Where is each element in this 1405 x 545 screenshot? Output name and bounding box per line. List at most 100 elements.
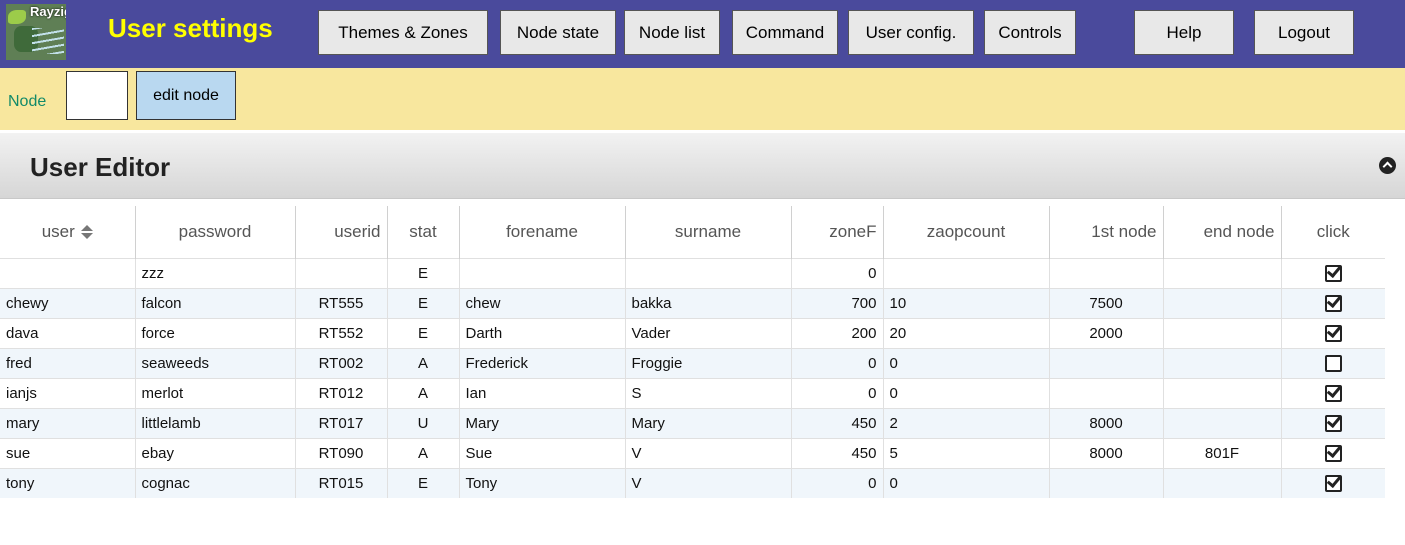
column-header-zaopcount[interactable]: zaopcount xyxy=(882,206,1049,258)
cell-first-node[interactable]: 8000 xyxy=(1048,438,1163,468)
cell-password[interactable]: merlot xyxy=(134,378,295,408)
nav-themes-zones-button[interactable]: Themes & Zones xyxy=(318,10,488,55)
column-header-surname[interactable]: surname xyxy=(624,206,791,258)
table-row[interactable]: mary littlelamb RT017 U Mary Mary 450 2 8000 xyxy=(0,408,1385,438)
cell-first-node[interactable]: 8000 xyxy=(1048,408,1163,438)
cell-stat[interactable]: A xyxy=(386,348,459,378)
cell-stat[interactable]: E xyxy=(386,468,459,498)
cell-userid[interactable]: RT017 xyxy=(294,408,387,438)
cell-password[interactable]: ebay xyxy=(134,438,295,468)
cell-end-node[interactable] xyxy=(1162,408,1281,438)
cell-end-node[interactable]: 801F xyxy=(1162,438,1281,468)
cell-userid[interactable]: RT015 xyxy=(294,468,387,498)
cell-forename[interactable]: Sue xyxy=(458,438,625,468)
cell-userid[interactable]: RT555 xyxy=(294,288,387,318)
cell-forename[interactable] xyxy=(458,258,625,288)
cell-surname[interactable] xyxy=(624,258,791,288)
cell-zoneF[interactable]: 700 xyxy=(790,288,883,318)
cell-zoneF[interactable]: 0 xyxy=(790,378,883,408)
cell-userid[interactable]: RT090 xyxy=(294,438,387,468)
cell-surname[interactable]: V xyxy=(624,468,791,498)
column-header-user[interactable]: user xyxy=(0,206,135,258)
cell-user[interactable]: sue xyxy=(0,438,135,468)
cell-userid[interactable] xyxy=(294,258,387,288)
cell-zaopcount[interactable] xyxy=(882,258,1049,288)
column-header-1st-node[interactable]: 1st node xyxy=(1048,206,1163,258)
cell-forename[interactable]: chew xyxy=(458,288,625,318)
table-row[interactable]: tony cognac RT015 E Tony V 0 0 xyxy=(0,468,1385,498)
column-header-stat[interactable]: stat xyxy=(386,206,459,258)
checkbox-checked-icon[interactable] xyxy=(1324,264,1342,282)
cell-surname[interactable]: Vader xyxy=(624,318,791,348)
cell-zaopcount[interactable]: 2 xyxy=(882,408,1049,438)
table-row[interactable]: sue ebay RT090 A Sue V 450 5 8000 801F xyxy=(0,438,1385,468)
nav-node-state-button[interactable]: Node state xyxy=(500,10,616,55)
cell-zaopcount[interactable]: 10 xyxy=(882,288,1049,318)
cell-first-node[interactable] xyxy=(1048,468,1163,498)
cell-userid[interactable]: RT012 xyxy=(294,378,387,408)
checkbox-empty-icon[interactable] xyxy=(1324,354,1342,372)
cell-end-node[interactable] xyxy=(1162,378,1281,408)
cell-end-node[interactable] xyxy=(1162,258,1281,288)
cell-password[interactable]: force xyxy=(134,318,295,348)
cell-user[interactable]: chewy xyxy=(0,288,135,318)
cell-password[interactable]: cognac xyxy=(134,468,295,498)
cell-zaopcount[interactable]: 0 xyxy=(882,378,1049,408)
cell-userid[interactable]: RT552 xyxy=(294,318,387,348)
column-header-password[interactable]: password xyxy=(134,206,295,258)
cell-forename[interactable]: Ian xyxy=(458,378,625,408)
table-row[interactable]: zzz E 0 xyxy=(0,258,1385,288)
edit-node-button[interactable]: edit node xyxy=(136,71,236,120)
cell-surname[interactable]: Mary xyxy=(624,408,791,438)
nav-command-button[interactable]: Command xyxy=(732,10,838,55)
cell-zaopcount[interactable]: 0 xyxy=(882,348,1049,378)
checkbox-checked-icon[interactable] xyxy=(1324,324,1342,342)
collapse-chevron-icon[interactable] xyxy=(1379,157,1396,174)
cell-end-node[interactable] xyxy=(1162,318,1281,348)
cell-password[interactable]: seaweeds xyxy=(134,348,295,378)
help-button[interactable]: Help xyxy=(1134,10,1234,55)
nav-controls-button[interactable]: Controls xyxy=(984,10,1076,55)
cell-first-node[interactable]: 7500 xyxy=(1048,288,1163,318)
table-row[interactable]: chewy falcon RT555 Echew bakka 700 10 7500 xyxy=(0,288,1385,318)
column-header-end-node[interactable]: end node xyxy=(1162,206,1281,258)
cell-surname[interactable]: V xyxy=(624,438,791,468)
table-row[interactable]: fred seaweeds RT002 A Frederick Froggie 0 0 xyxy=(0,348,1385,378)
cell-surname[interactable]: bakka xyxy=(624,288,791,318)
cell-password[interactable]: zzz xyxy=(134,258,295,288)
cell-first-node[interactable]: 2000 xyxy=(1048,318,1163,348)
cell-first-node[interactable] xyxy=(1048,348,1163,378)
checkbox-checked-icon[interactable] xyxy=(1324,444,1342,462)
column-header-userid[interactable]: userid xyxy=(294,206,387,258)
cell-zoneF[interactable]: 200 xyxy=(790,318,883,348)
cell-zoneF[interactable]: 0 xyxy=(790,258,883,288)
cell-end-node[interactable] xyxy=(1162,348,1281,378)
table-row[interactable]: ianjs merlot RT012 A Ian S 0 0 xyxy=(0,378,1385,408)
cell-zoneF[interactable]: 450 xyxy=(790,438,883,468)
cell-surname[interactable]: S xyxy=(624,378,791,408)
cell-user[interactable]: fred xyxy=(0,348,135,378)
logout-button[interactable]: Logout xyxy=(1254,10,1354,55)
column-header-forename[interactable]: forename xyxy=(458,206,625,258)
cell-zoneF[interactable]: 450 xyxy=(790,408,883,438)
column-header-click[interactable]: click xyxy=(1280,206,1385,258)
cell-user[interactable]: mary xyxy=(0,408,135,438)
cell-userid[interactable]: RT002 xyxy=(294,348,387,378)
checkbox-checked-icon[interactable] xyxy=(1324,294,1342,312)
cell-zaopcount[interactable]: 0 xyxy=(882,468,1049,498)
cell-zoneF[interactable]: 0 xyxy=(790,348,883,378)
cell-stat[interactable]: A xyxy=(386,378,459,408)
node-input[interactable] xyxy=(66,71,128,120)
cell-password[interactable]: littlelamb xyxy=(134,408,295,438)
cell-stat[interactable]: E xyxy=(386,288,459,318)
checkbox-checked-icon[interactable] xyxy=(1324,384,1342,402)
nav-user-config-button[interactable]: User config. xyxy=(848,10,974,55)
cell-first-node[interactable] xyxy=(1048,258,1163,288)
checkbox-checked-icon[interactable] xyxy=(1324,414,1342,432)
cell-forename[interactable]: Tony xyxy=(458,468,625,498)
cell-forename[interactable]: Darth xyxy=(458,318,625,348)
cell-zoneF[interactable]: 0 xyxy=(790,468,883,498)
cell-user[interactable]: ianjs xyxy=(0,378,135,408)
sort-icon[interactable] xyxy=(80,225,93,240)
cell-end-node[interactable] xyxy=(1162,288,1281,318)
